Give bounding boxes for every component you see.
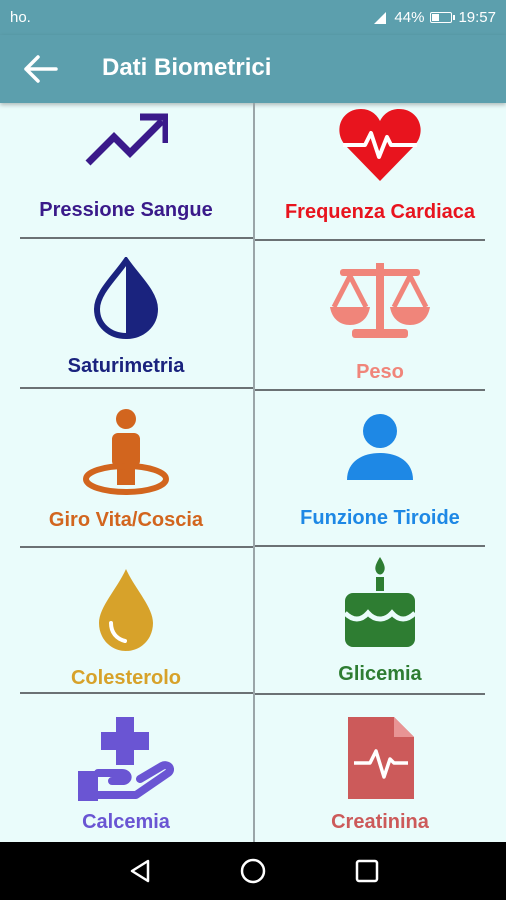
tile-peso[interactable]: Peso <box>264 239 496 389</box>
tile-label: Calcemia <box>82 811 170 833</box>
tile-label: Glicemia <box>338 663 422 685</box>
tile-saturimetria[interactable]: Saturimetria <box>10 239 242 389</box>
cake-icon <box>343 557 417 647</box>
tile-label: Frequenza Cardiaca <box>284 201 476 223</box>
column-divider <box>253 103 255 842</box>
app-bar: Dati Biometrici <box>0 35 506 103</box>
carrier-label: ho. <box>10 9 31 26</box>
tile-label: Peso <box>356 361 404 383</box>
tile-colesterolo[interactable]: Colesterolo <box>10 547 242 693</box>
tile-label: Giro Vita/Coscia <box>48 509 204 531</box>
tile-label: Creatinina <box>331 811 429 833</box>
tile-giro-vita-coscia[interactable]: Giro Vita/Coscia <box>10 389 242 547</box>
oil-drop-icon <box>99 569 153 651</box>
tile-label: Saturimetria <box>67 355 185 377</box>
signal-icon <box>374 11 387 24</box>
battery-percent: 44% <box>394 9 425 26</box>
tile-funzione-tiroide[interactable]: Funzione Tiroide <box>264 389 496 545</box>
status-icons: 44% 19:57 <box>372 9 496 26</box>
tile-pressione-sangue[interactable]: Pressione Sangue <box>10 103 242 239</box>
person-icon <box>347 414 413 480</box>
heart-pulse-icon <box>339 109 421 181</box>
tile-label: Funzione Tiroide <box>300 507 460 529</box>
tile-calcemia[interactable]: Calcemia <box>10 693 242 842</box>
trending-up-icon <box>85 113 168 166</box>
person-pin-icon <box>83 409 169 495</box>
clock: 19:57 <box>458 9 496 26</box>
back-triangle-icon[interactable] <box>126 856 156 886</box>
drop-half-icon <box>93 257 159 339</box>
tile-glicemia[interactable]: Glicemia <box>264 545 496 693</box>
battery-icon <box>430 12 456 23</box>
hand-plus-icon <box>78 717 174 801</box>
biometrics-grid: Pressione Sangue Frequenza Cardiaca Satu… <box>0 103 506 842</box>
balance-scale-icon <box>330 263 430 338</box>
navigation-bar <box>0 842 506 900</box>
back-arrow-icon[interactable] <box>20 53 60 85</box>
tile-creatinina[interactable]: Creatinina <box>264 693 496 842</box>
tile-label: Colesterolo <box>70 667 182 689</box>
medical-file-icon <box>348 717 414 799</box>
recents-square-icon[interactable] <box>352 856 382 886</box>
home-circle-icon[interactable] <box>238 856 268 886</box>
status-bar: ho. 44% 19:57 <box>0 0 506 35</box>
tile-frequenza-cardiaca[interactable]: Frequenza Cardiaca <box>264 103 496 239</box>
page-title: Dati Biometrici <box>102 54 272 81</box>
tile-label: Pressione Sangue <box>39 199 213 221</box>
